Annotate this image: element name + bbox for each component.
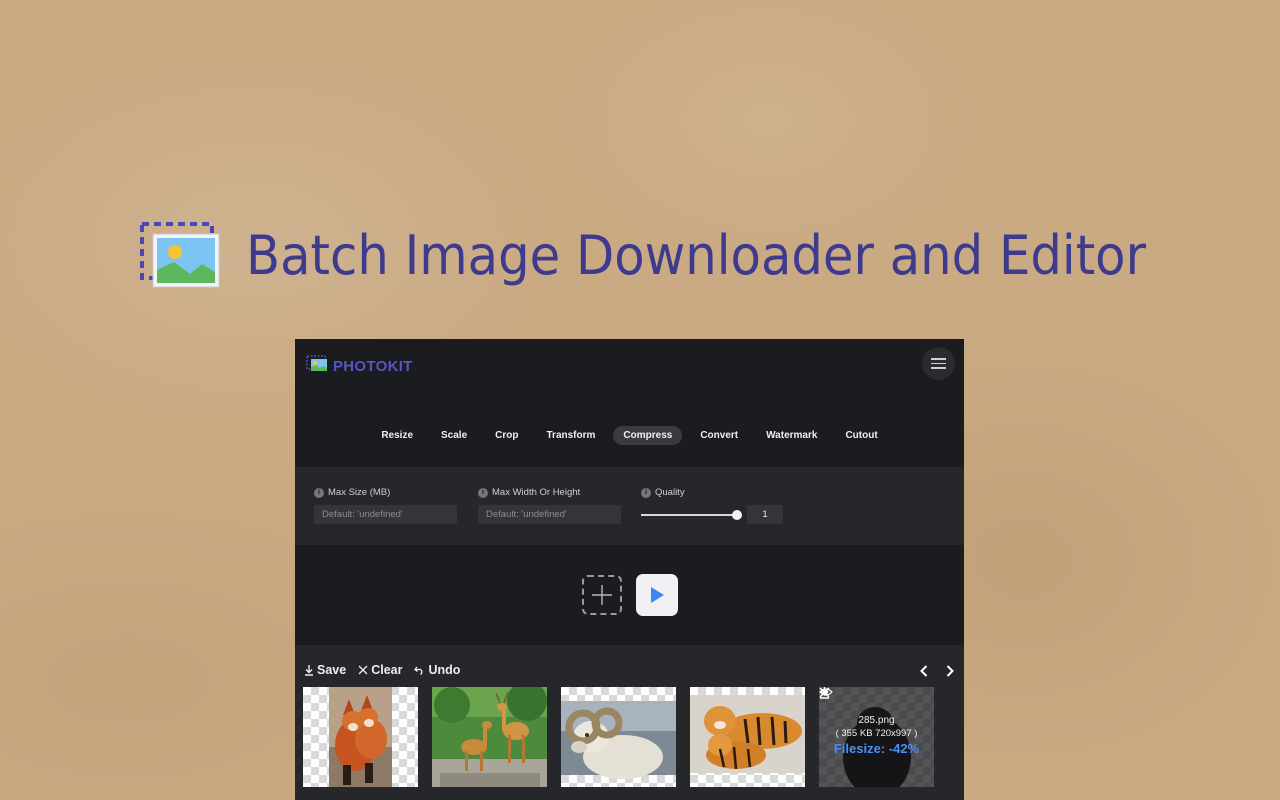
tigers-image: [690, 695, 805, 773]
app-window: PHOTOKIT Resize Scale Crop Transform Com…: [295, 339, 964, 800]
ram-image: [561, 701, 676, 779]
info-icon[interactable]: i: [641, 487, 651, 498]
undo-button[interactable]: Undo: [414, 663, 460, 677]
max-size-label: Max Size (MB): [328, 487, 391, 498]
plus-icon: [591, 585, 612, 605]
undo-icon: [414, 666, 423, 675]
download-icon: [305, 664, 313, 676]
quality-label: Quality: [655, 487, 685, 498]
tab-transform[interactable]: Transform: [537, 426, 606, 445]
max-dimension-input[interactable]: [478, 505, 621, 524]
gallery-toolbar: Save Clear Undo: [304, 663, 460, 677]
info-icon[interactable]: i: [314, 487, 324, 498]
filesize-change: Filesize: -42%: [833, 741, 920, 756]
upload-area: [295, 545, 964, 645]
thumbnail-hovered[interactable]: 285.png ( 355 KB 720x997 ) Filesize: -42…: [819, 687, 934, 787]
thumbnail-strip: 285.png ( 355 KB 720x997 ) Filesize: -42…: [303, 687, 934, 787]
tab-watermark[interactable]: Watermark: [756, 426, 827, 445]
run-button[interactable]: [635, 574, 678, 616]
thumbnail-deer[interactable]: [432, 687, 547, 787]
tab-scale[interactable]: Scale: [431, 426, 477, 445]
close-icon: [358, 665, 368, 675]
max-size-input[interactable]: [314, 505, 457, 524]
save-button[interactable]: Save: [304, 663, 346, 677]
play-icon: [650, 587, 664, 603]
file-meta: ( 355 KB 720x997 ): [835, 728, 918, 739]
menu-line: [931, 367, 946, 369]
max-dimension-label: Max Width Or Height: [492, 487, 581, 498]
max-size-option: i Max Size (MB): [314, 487, 457, 524]
thumbnail-fox[interactable]: [303, 687, 418, 787]
chevron-right-icon: [946, 665, 954, 677]
add-images-button[interactable]: [581, 575, 622, 615]
quality-option: i Quality 1: [641, 487, 783, 524]
menu-line: [931, 358, 946, 360]
quality-value[interactable]: 1: [747, 505, 783, 524]
tab-resize[interactable]: Resize: [371, 426, 423, 445]
tab-compress[interactable]: Compress: [613, 425, 683, 445]
image-gallery: Save Clear Undo 285.png (355 KB 720x997…: [295, 645, 964, 800]
quality-slider[interactable]: [641, 509, 742, 520]
quality-slider-handle[interactable]: [732, 509, 742, 520]
thumbnail-tigers[interactable]: [690, 687, 805, 787]
hero: Batch Image Downloader and Editor: [140, 222, 1224, 288]
deer-image: [432, 687, 547, 787]
image-gallery-icon: [140, 222, 220, 288]
brand-logo-icon: [306, 355, 328, 377]
compress-options: i Max Size (MB) i Max Width Or Height i …: [295, 467, 964, 545]
tab-convert[interactable]: Convert: [690, 426, 748, 445]
prev-page-button[interactable]: [916, 663, 932, 679]
menu-line: [931, 362, 946, 365]
info-icon[interactable]: i: [478, 487, 488, 498]
max-dimension-option: i Max Width Or Height: [478, 487, 621, 524]
app-header: PHOTOKIT Resize Scale Crop Transform Com…: [295, 339, 964, 467]
tool-tabs: Resize Scale Crop Transform Compress Con…: [295, 425, 964, 445]
chevron-left-icon: [920, 665, 928, 677]
fox-image: [329, 687, 392, 787]
file-name: 285.png: [858, 715, 895, 726]
hamburger-menu-button[interactable]: [922, 347, 955, 380]
tab-cutout[interactable]: Cutout: [835, 426, 887, 445]
hero-title: Batch Image Downloader and Editor: [246, 223, 1146, 287]
thumbnail-hover-overlay: 285.png ( 355 KB 720x997 ) Filesize: -42…: [819, 687, 934, 787]
brand-name: PHOTOKIT: [333, 357, 413, 375]
next-page-button[interactable]: [942, 663, 958, 679]
thumbnail-ram[interactable]: [561, 687, 676, 787]
clear-button[interactable]: Clear: [358, 663, 402, 677]
tab-crop[interactable]: Crop: [485, 426, 528, 445]
brand[interactable]: PHOTOKIT: [306, 355, 413, 377]
close-icon[interactable]: [819, 687, 830, 698]
